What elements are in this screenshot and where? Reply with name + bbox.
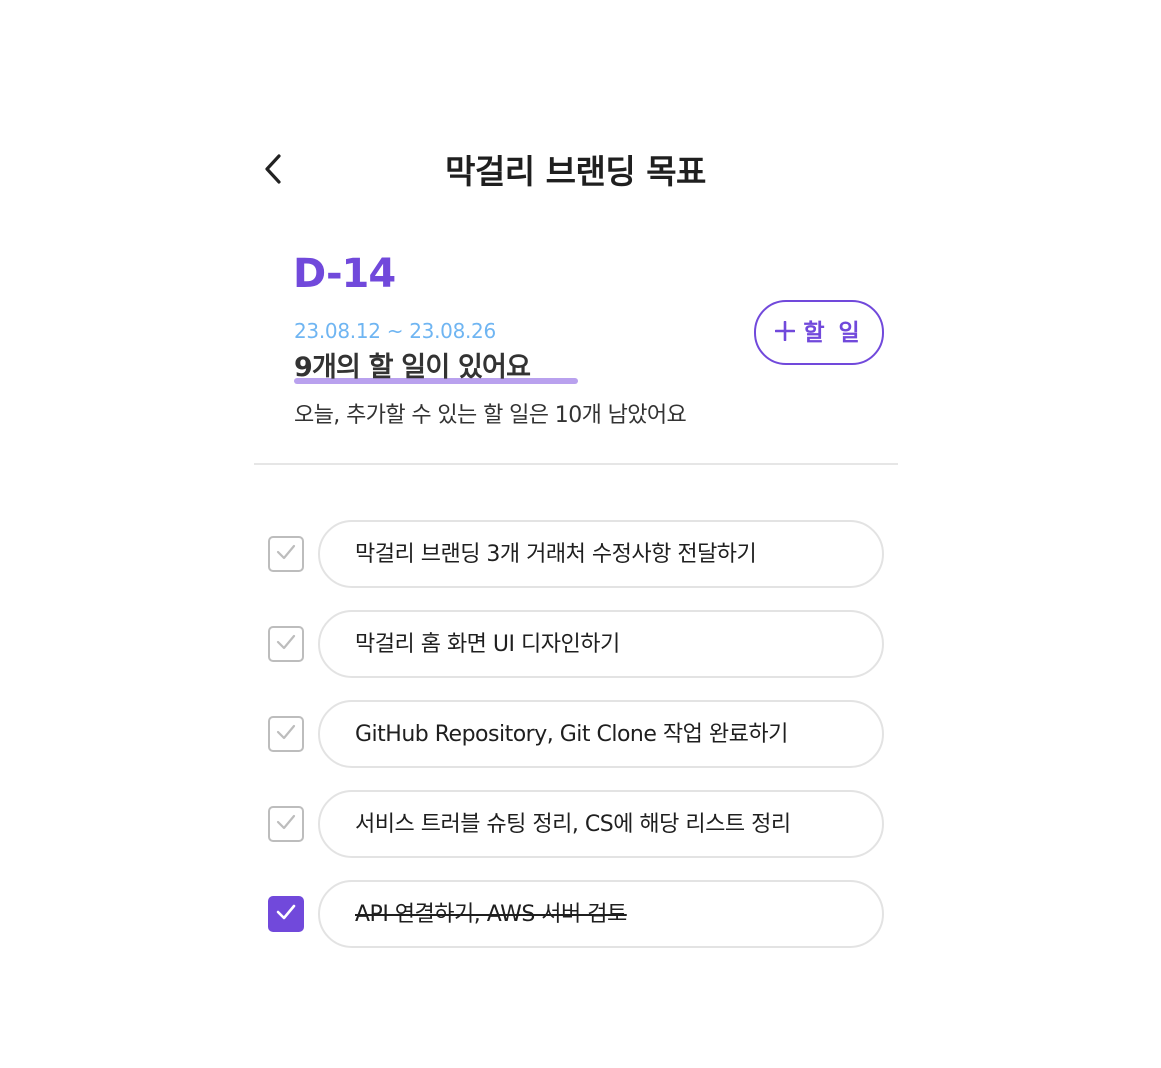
remaining-tasks-text: 오늘, 추가할 수 있는 할 일은 10개 남았어요 bbox=[294, 403, 687, 428]
todo-pill[interactable]: GitHub Repository, Git Clone 작업 완료하기 bbox=[318, 700, 884, 768]
todo-item: 막걸리 홈 화면 UI 디자인하기 bbox=[268, 610, 884, 678]
task-count-text: 9개의 할 일이 있어요 bbox=[294, 352, 531, 383]
task-count-heading: 9개의 할 일이 있어요 bbox=[294, 350, 578, 386]
todo-checkbox[interactable] bbox=[268, 806, 304, 842]
todo-pill[interactable]: 서비스 트러블 슈팅 정리, CS에 해당 리스트 정리 bbox=[318, 790, 884, 858]
todo-item: 막걸리 브랜딩 3개 거래처 수정사항 전달하기 bbox=[268, 520, 884, 588]
divider bbox=[254, 463, 898, 465]
todo-pill[interactable]: 막걸리 브랜딩 3개 거래처 수정사항 전달하기 bbox=[318, 520, 884, 588]
todo-text: 서비스 트러블 슈팅 정리, CS에 해당 리스트 정리 bbox=[355, 812, 791, 837]
todo-item: GitHub Repository, Git Clone 작업 완료하기 bbox=[268, 700, 884, 768]
check-icon bbox=[274, 720, 298, 748]
todo-checkbox-checked[interactable] bbox=[268, 896, 304, 932]
todo-checkbox[interactable] bbox=[268, 536, 304, 572]
todo-pill[interactable]: 막걸리 홈 화면 UI 디자인하기 bbox=[318, 610, 884, 678]
todo-checkbox[interactable] bbox=[268, 716, 304, 752]
todo-text: 막걸리 브랜딩 3개 거래처 수정사항 전달하기 bbox=[355, 542, 757, 567]
plus-icon bbox=[775, 320, 796, 345]
todo-text: API 연결하기, AWS 서버 검토 bbox=[355, 902, 627, 927]
dday-label: D-14 bbox=[293, 251, 396, 297]
add-task-button[interactable]: 할 일 bbox=[754, 300, 884, 365]
todo-item: 서비스 트러블 슈팅 정리, CS에 해당 리스트 정리 bbox=[268, 790, 884, 858]
check-icon bbox=[274, 630, 298, 658]
check-icon bbox=[274, 810, 298, 838]
todo-text: GitHub Repository, Git Clone 작업 완료하기 bbox=[355, 722, 788, 747]
todo-pill[interactable]: API 연결하기, AWS 서버 검토 bbox=[318, 880, 884, 948]
todo-checkbox[interactable] bbox=[268, 626, 304, 662]
date-range: 23.08.12 ~ 23.08.26 bbox=[294, 319, 496, 343]
add-task-label: 할 일 bbox=[803, 319, 863, 346]
check-icon bbox=[274, 540, 298, 568]
check-icon bbox=[274, 900, 298, 928]
page-title: 막걸리 브랜딩 목표 bbox=[445, 152, 706, 191]
todo-item-completed: API 연결하기, AWS 서버 검토 bbox=[268, 880, 884, 948]
todo-text: 막걸리 홈 화면 UI 디자인하기 bbox=[355, 632, 620, 657]
